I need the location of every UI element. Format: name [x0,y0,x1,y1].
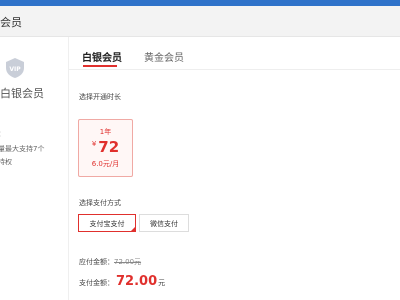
amount-paid-row: 支付金额： 72.00元 [79,274,165,289]
sidebar-benefit-line: 量最大支持7个 [0,145,45,153]
tab-silver-member[interactable]: 白银会员 [82,49,122,64]
vip-shield-icon: VIP [4,57,26,79]
active-tab-indicator [83,65,117,67]
sidebar-benefit-heading: ： [0,129,5,139]
sidebar-benefit-line: 特权 [0,158,12,166]
plan-option-1-year[interactable]: 1年 ¥72 6.0元/月 [78,119,133,177]
amount-due-row: 应付金额：72.00元 [79,257,141,267]
tab-gold-member[interactable]: 黄金会员 [144,49,184,64]
duration-label: 选择开通时长 [79,93,121,101]
wechat-payment-button[interactable]: 微信支付 [139,214,189,232]
alipay-payment-button[interactable]: 支付宝支付 [78,214,136,232]
plan-price-amount: 72 [98,138,120,156]
tab-bar: 白银会员 黄金会员 [69,37,400,70]
svg-text:VIP: VIP [9,66,21,73]
wechat-payment-label: 微信支付 [150,220,178,228]
plan-price: ¥72 [79,137,132,156]
plan-period: 1年 [99,128,112,136]
amount-paid-unit: 元 [158,279,166,287]
sidebar-membership-title: 白银会员 [0,87,44,100]
sidebar: VIP 白银会员 ： 量最大支持7个 特权 [0,37,69,300]
alipay-payment-label: 支付宝支付 [89,220,125,228]
header-bar: 会员 [0,6,400,37]
currency-symbol: ¥ [91,140,97,148]
plan-monthly-price: 6.0元/月 [91,160,120,168]
amount-paid-value: 72.00 [116,274,158,289]
header-title: 会员 [0,16,22,29]
amount-paid-label: 支付金额： [79,279,114,287]
amount-due-label: 应付金额： [79,258,114,266]
payment-method-label: 选择支付方式 [79,199,121,207]
main-panel: 白银会员 黄金会员 选择开通时长 1年 ¥72 6.0元/月 选择支付方式 支付… [69,37,400,300]
selected-corner-icon [130,226,136,232]
amount-due-value: 72.00元 [114,258,142,266]
